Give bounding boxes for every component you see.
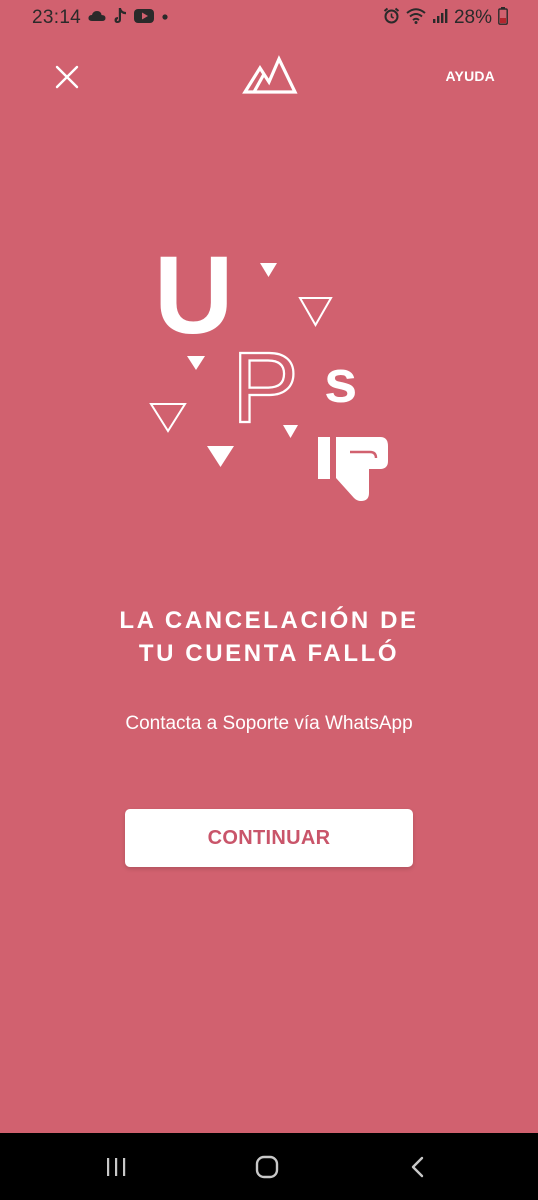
cloud-icon xyxy=(88,9,106,27)
tiktok-icon xyxy=(112,7,128,30)
status-time: 23:14 xyxy=(32,7,82,28)
close-icon xyxy=(55,65,79,89)
triangle-shape xyxy=(149,403,187,433)
help-link[interactable]: AYUDA xyxy=(446,68,496,84)
home-icon xyxy=(255,1155,279,1179)
dot-icon xyxy=(160,9,170,27)
triangle-shape xyxy=(260,263,277,277)
signal-icon xyxy=(432,8,448,29)
letter-s: s xyxy=(324,348,357,415)
error-title-line-1: LA CANCELACIÓN DE xyxy=(119,607,419,634)
back-icon xyxy=(411,1156,424,1178)
alarm-icon xyxy=(383,7,400,29)
status-bar: 23:14 28% xyxy=(0,0,538,36)
wifi-icon xyxy=(406,7,426,29)
close-button[interactable] xyxy=(52,62,82,92)
error-subtitle: Contacta a Soporte vía WhatsApp xyxy=(125,713,413,734)
mountain-logo-icon xyxy=(242,55,298,95)
oops-illustration: U P s xyxy=(140,234,400,510)
error-title-line-2: TU CUENTA FALLÓ xyxy=(138,640,400,667)
error-title: LA CANCELACIÓN DE TU CUENTA FALLÓ xyxy=(0,604,538,670)
recent-apps-button[interactable] xyxy=(96,1149,136,1185)
letter-u: U xyxy=(154,240,233,357)
system-navigation-bar xyxy=(0,1133,538,1200)
triangle-shape xyxy=(298,297,333,328)
thumbs-down-icon xyxy=(318,437,388,501)
notification-icons xyxy=(88,7,170,30)
triangle-shape xyxy=(207,446,234,467)
system-indicators: 28% xyxy=(383,6,508,30)
battery-level: 28% xyxy=(453,7,492,28)
back-button[interactable] xyxy=(398,1149,438,1185)
continue-button[interactable]: CONTINUAR xyxy=(125,809,413,867)
battery-icon xyxy=(498,6,508,30)
youtube-icon xyxy=(134,8,154,28)
home-button[interactable] xyxy=(247,1149,287,1185)
recent-apps-icon xyxy=(107,1158,126,1176)
triangle-shape xyxy=(187,356,205,370)
